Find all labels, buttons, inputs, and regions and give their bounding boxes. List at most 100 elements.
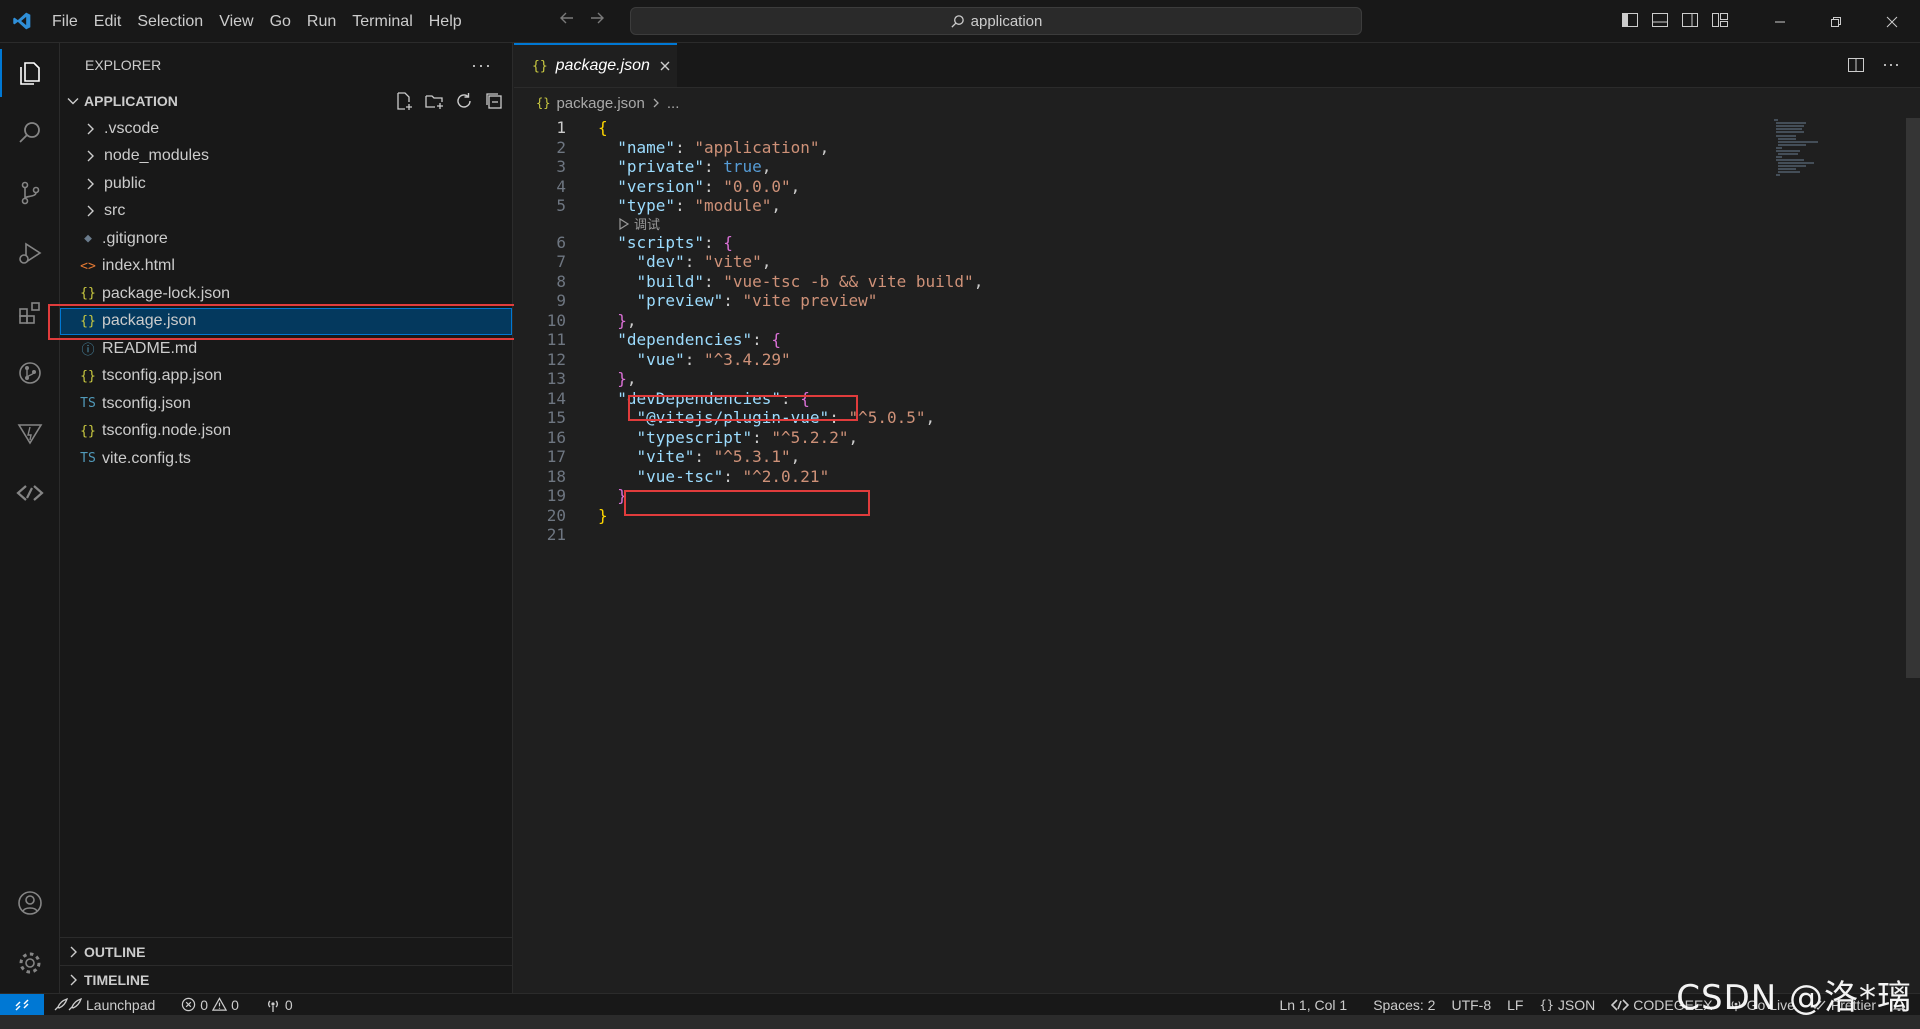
code-token: "name" (617, 137, 676, 157)
debug-codelens[interactable]: 调试 (514, 216, 1884, 233)
menu-item-edit[interactable]: Edit (86, 0, 130, 43)
customize-layout-icon[interactable] (1710, 10, 1730, 30)
collapse-all-icon[interactable] (484, 91, 504, 111)
settings-gear-icon[interactable] (0, 933, 60, 993)
tree-file-item[interactable]: <> index.html (60, 253, 512, 281)
warning-icon (212, 997, 228, 1012)
language-mode-item[interactable]: {} JSON (1531, 997, 1603, 1013)
tree-folder-item[interactable]: .vscode (60, 115, 512, 143)
encoding-item[interactable]: UTF-8 (1443, 997, 1499, 1013)
minimap[interactable] (1774, 118, 1884, 178)
menu-item-file[interactable]: File (44, 0, 86, 43)
code-token: { (771, 330, 782, 349)
restore-icon[interactable] (1808, 0, 1864, 43)
toggle-primary-sidebar-icon[interactable] (1620, 10, 1640, 30)
line-content: } (566, 506, 608, 526)
run-debug-icon[interactable] (0, 223, 60, 283)
menu-item-run[interactable]: Run (299, 0, 344, 43)
cursor-position[interactable]: Ln 1, Col 1 (1271, 997, 1355, 1013)
search-icon[interactable] (0, 103, 60, 163)
workspace-root-label: APPLICATION (84, 93, 178, 109)
code-line: 3 "private": true, (514, 157, 1884, 177)
remote-indicator-icon[interactable] (0, 993, 44, 1016)
broadcast-icon (265, 997, 281, 1013)
eol-item[interactable]: LF (1499, 997, 1531, 1013)
indentation-item[interactable]: Spaces: 2 (1365, 997, 1443, 1013)
codegeex-icon[interactable] (0, 463, 60, 523)
toggle-secondary-sidebar-icon[interactable] (1680, 10, 1700, 30)
refresh-icon[interactable] (454, 91, 474, 111)
git-graph-icon[interactable] (0, 343, 60, 403)
line-number: 5 (556, 196, 566, 215)
launchpad-label: Launchpad (86, 996, 156, 1013)
close-icon[interactable] (1864, 0, 1920, 43)
forward-arrow-icon[interactable] (588, 9, 606, 27)
tab-package-json[interactable]: {} package.json (514, 43, 677, 87)
menu-item-help[interactable]: Help (421, 0, 470, 43)
tree-file-item[interactable]: ◆ .gitignore (60, 225, 512, 253)
back-arrow-icon[interactable] (558, 9, 576, 27)
vite-icon[interactable] (0, 403, 60, 463)
code-line: 18 "vue-tsc": "^2.0.21" (514, 467, 1884, 487)
status-bar: Launchpad 0 0 0 Ln 1, Col 1 Spaces: 2 UT… (0, 993, 1920, 1016)
breadcrumb-file[interactable]: package.json (556, 95, 644, 112)
new-file-icon[interactable] (394, 91, 414, 111)
toggle-panel-icon[interactable] (1650, 10, 1670, 30)
ports-count: 0 (284, 996, 293, 1013)
tree-folder-item[interactable]: public (60, 170, 512, 198)
launchpad-item[interactable]: Launchpad (44, 997, 163, 1013)
code-token: , (848, 427, 859, 447)
tree-file-item[interactable]: {} tsconfig.node.json (60, 418, 512, 446)
source-control-icon[interactable] (0, 163, 60, 223)
tree-folder-item[interactable]: node_modules (60, 143, 512, 171)
close-tab-icon[interactable] (658, 59, 672, 73)
sidebar-title: EXPLORER (85, 57, 162, 73)
code-line: 7 "dev": "vite", (514, 252, 1884, 272)
menu-item-terminal[interactable]: Terminal (344, 0, 420, 43)
breadcrumb-more[interactable]: ... (667, 95, 680, 112)
accounts-icon[interactable] (0, 873, 60, 933)
problems-item[interactable]: 0 0 (173, 997, 247, 1013)
outline-section-header[interactable]: OUTLINE (60, 937, 513, 965)
more-actions-icon[interactable]: ··· (471, 55, 492, 76)
code-token: : (723, 466, 743, 486)
code-editor[interactable]: 1{2 "name": "application", 3 "private": t… (514, 118, 1884, 545)
line-content: "private": true, (566, 157, 771, 177)
code-token: "private" (617, 157, 704, 176)
line-number: 20 (546, 505, 566, 525)
code-line: 13 }, (514, 369, 1884, 389)
command-center-search[interactable]: application (630, 7, 1362, 35)
code-token: , (925, 408, 936, 427)
code-token: "application" (694, 137, 820, 157)
vertical-scrollbar[interactable] (1906, 118, 1920, 678)
menu-item-selection[interactable]: Selection (129, 0, 211, 43)
chevron-right-icon (66, 945, 80, 959)
line-number: 21 (546, 525, 566, 544)
code-token: : (703, 271, 724, 291)
line-content: "typescript": "^5.2.2", (566, 427, 859, 448)
annotation-highlight-box (48, 304, 525, 340)
workspace-root-header[interactable]: APPLICATION (60, 87, 512, 115)
tree-file-item[interactable]: TS tsconfig.json (60, 390, 512, 418)
line-number: 16 (546, 427, 566, 447)
tree-file-item[interactable]: {} tsconfig.app.json (60, 363, 512, 391)
new-folder-icon[interactable] (424, 91, 444, 111)
ports-item[interactable]: 0 (257, 997, 301, 1013)
annotation-highlight-box (628, 395, 858, 421)
menu-item-view[interactable]: View (211, 0, 261, 43)
menu-item-go[interactable]: Go (262, 0, 299, 43)
minimize-icon[interactable] (1752, 0, 1808, 43)
error-count: 0 (200, 996, 209, 1013)
tree-folder-item[interactable]: src (60, 198, 512, 226)
line-number: 15 (546, 408, 566, 427)
line-number: 2 (556, 137, 566, 157)
split-editor-icon[interactable] (1846, 55, 1866, 75)
timeline-section-header[interactable]: TIMELINE (60, 965, 513, 993)
editor-more-actions-icon[interactable]: ··· (1882, 55, 1900, 75)
code-token: "^5.2.2" (771, 427, 849, 447)
tree-file-item[interactable]: TS vite.config.ts (60, 445, 512, 473)
code-token: : (723, 291, 743, 310)
explorer-icon[interactable] (0, 43, 60, 103)
file-type-icon: ◆ (84, 231, 92, 247)
